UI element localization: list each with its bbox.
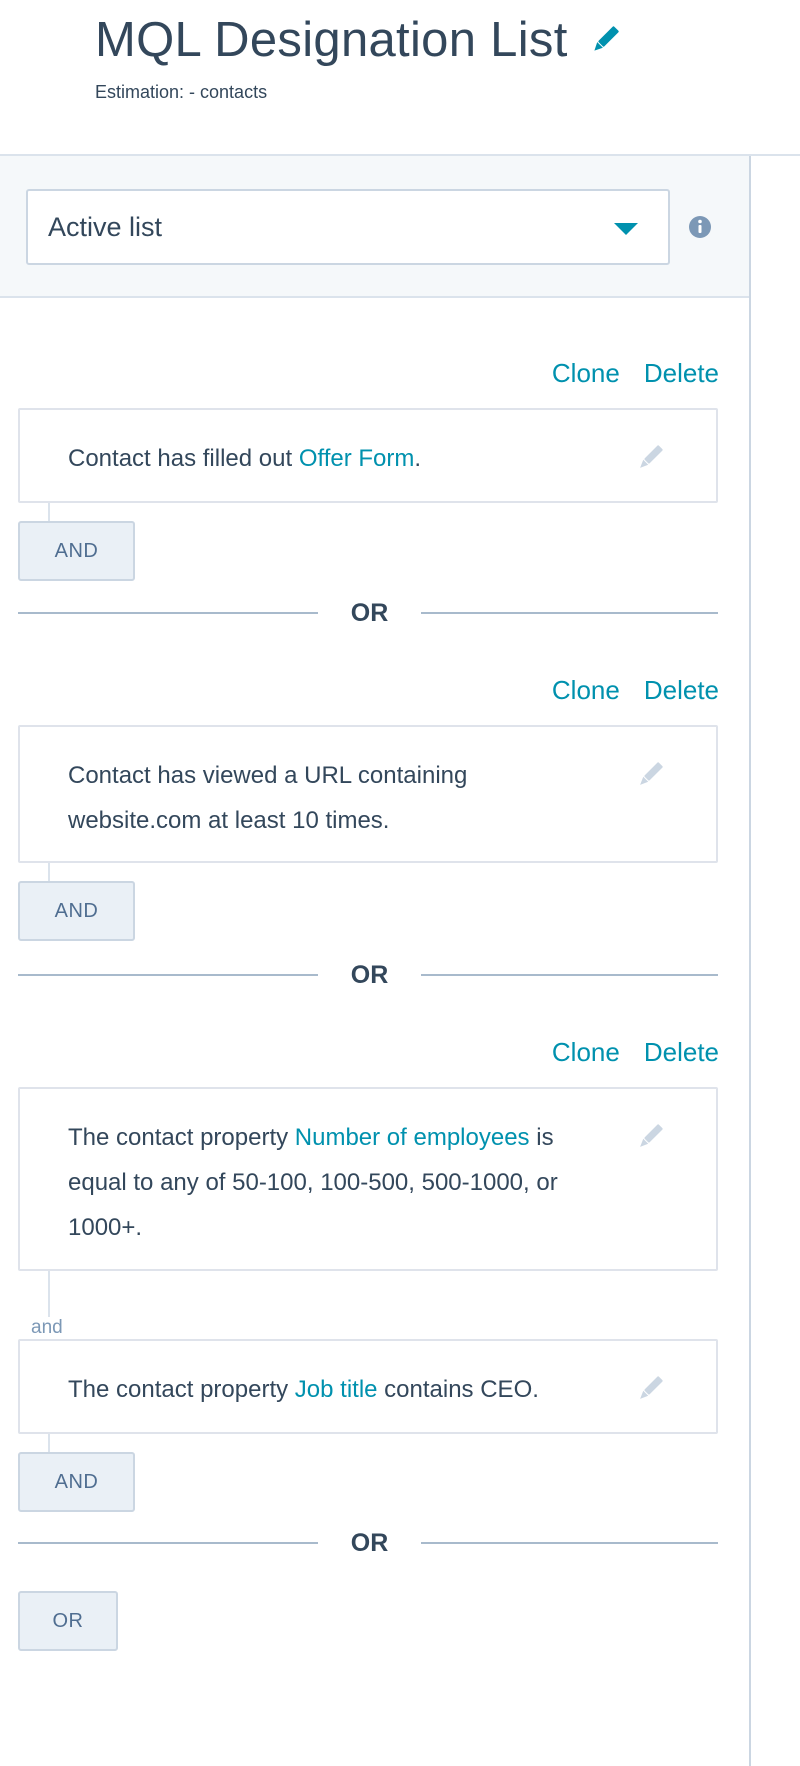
- or-divider: OR: [18, 1528, 718, 1558]
- clone-link[interactable]: Clone: [552, 1037, 620, 1068]
- clone-link[interactable]: Clone: [552, 675, 620, 706]
- connector-line: [48, 503, 50, 521]
- pencil-icon[interactable]: [636, 442, 664, 470]
- and-connector-label: and: [29, 1317, 65, 1339]
- pencil-icon[interactable]: [636, 759, 664, 787]
- clone-link[interactable]: Clone: [552, 358, 620, 389]
- caret-down-icon: [614, 223, 638, 235]
- or-divider: OR: [18, 598, 718, 628]
- filter-card: Contact has filled out Offer Form.: [18, 408, 718, 503]
- list-header: MQL Designation List Estimation: - conta…: [0, 0, 800, 156]
- list-type-bar: Active list: [0, 156, 749, 298]
- delete-link[interactable]: Delete: [644, 675, 719, 706]
- filter-text: Contact has viewed a URL containing webs…: [68, 762, 468, 834]
- group-actions: Clone Delete: [552, 358, 719, 389]
- connector-line: [48, 1434, 50, 1452]
- or-label: OR: [350, 1529, 389, 1557]
- page-title: MQL Designation List: [95, 13, 568, 67]
- filters-panel: Active list Clone Delete Contact has fil…: [0, 156, 751, 1766]
- add-or-group-button[interactable]: OR: [18, 1591, 118, 1651]
- info-circle-icon[interactable]: [688, 215, 712, 239]
- property-link[interactable]: Number of employees: [295, 1124, 530, 1151]
- group-actions: Clone Delete: [552, 1037, 719, 1068]
- add-and-filter-button[interactable]: AND: [18, 521, 135, 581]
- property-link[interactable]: Job title: [295, 1376, 378, 1403]
- filter-text: The contact property Job title contains …: [68, 1376, 539, 1403]
- or-divider: OR: [18, 960, 718, 990]
- or-label: OR: [350, 961, 389, 989]
- or-label: OR: [350, 599, 389, 627]
- pencil-icon[interactable]: [636, 1121, 664, 1149]
- filter-card: Contact has viewed a URL containing webs…: [18, 725, 718, 863]
- filter-text: The contact property Number of employees…: [68, 1124, 558, 1241]
- pencil-icon[interactable]: [590, 25, 620, 55]
- add-and-filter-button[interactable]: AND: [18, 1452, 135, 1512]
- group-actions: Clone Delete: [552, 675, 719, 706]
- delete-link[interactable]: Delete: [644, 1037, 719, 1068]
- filter-form-link[interactable]: Offer Form: [299, 445, 415, 472]
- list-type-value: Active list: [48, 211, 163, 242]
- delete-link[interactable]: Delete: [644, 358, 719, 389]
- estimation-text: Estimation: - contacts: [95, 82, 268, 102]
- add-and-filter-button[interactable]: AND: [18, 881, 135, 941]
- title-row: MQL Designation List: [95, 12, 620, 68]
- filter-text: Contact has filled out Offer Form.: [68, 445, 422, 472]
- filter-card: The contact property Job title contains …: [18, 1339, 718, 1434]
- list-type-select[interactable]: Active list: [26, 189, 670, 265]
- connector-line: [48, 863, 50, 881]
- filter-card: The contact property Number of employees…: [18, 1087, 718, 1271]
- pencil-icon[interactable]: [636, 1373, 664, 1401]
